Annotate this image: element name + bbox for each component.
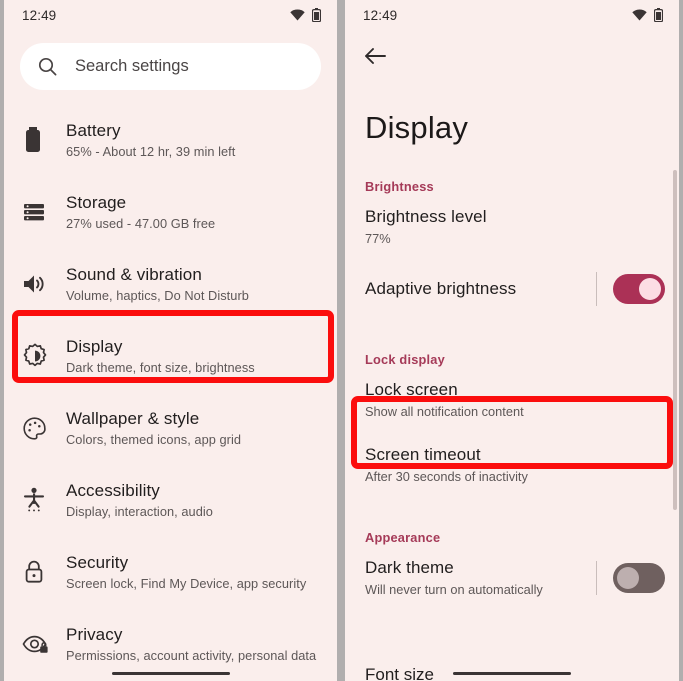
sidebar-item-display[interactable]: Display Dark theme, font size, brightnes… — [4, 320, 337, 392]
item-title: Sound & vibration — [66, 265, 202, 284]
search-input[interactable]: Search settings — [20, 43, 321, 90]
sidebar-item-storage[interactable]: Storage 27% used - 47.00 GB free — [4, 176, 337, 248]
battery-icon — [312, 8, 321, 22]
security-text: Security Screen lock, Find My Device, ap… — [66, 553, 306, 591]
item-subtitle: Volume, haptics, Do Not Disturb — [66, 288, 249, 303]
control-divider — [596, 560, 597, 595]
setting-subtitle: Will never turn on automatically — [365, 582, 543, 597]
item-title: Wallpaper & style — [66, 409, 200, 428]
settings-list-screen: 12:49 Search settings Battery 65% - Abou… — [4, 0, 337, 681]
setting-font-size[interactable]: Font size — [365, 665, 434, 681]
item-subtitle: 65% - About 12 hr, 39 min left — [66, 144, 236, 159]
section-header-appearance: Appearance — [365, 530, 441, 545]
item-subtitle: Colors, themed icons, app grid — [66, 432, 242, 447]
display-text: Display Dark theme, font size, brightnes… — [66, 337, 255, 375]
dual-screenshot-container: 12:49 Search settings Battery 65% - Abou… — [0, 0, 683, 681]
toggle-knob — [617, 566, 639, 589]
item-title: Storage — [66, 193, 127, 212]
item-subtitle: Permissions, account activity, personal … — [66, 648, 317, 663]
gesture-bar — [453, 672, 571, 675]
section-header-brightness: Brightness — [365, 179, 434, 194]
setting-title: Lock screen — [365, 380, 458, 399]
setting-subtitle: Show all notification content — [365, 404, 524, 419]
sidebar-item-accessibility[interactable]: Accessibility Display, interaction, audi… — [4, 464, 337, 536]
wifi-icon — [632, 9, 647, 21]
section-header-lock-display: Lock display — [365, 352, 445, 367]
item-title: Security — [66, 553, 129, 572]
setting-brightness-level[interactable]: Brightness level 77% — [345, 194, 679, 259]
status-icons — [290, 8, 321, 22]
back-arrow-icon — [365, 48, 386, 64]
back-button[interactable] — [345, 30, 679, 82]
toggle-knob — [639, 278, 661, 300]
sidebar-item-privacy[interactable]: Privacy Permissions, account activity, p… — [4, 608, 337, 680]
setting-lock-screen[interactable]: Lock screen Show all notification conten… — [345, 367, 679, 432]
wallpaper-text: Wallpaper & style Colors, themed icons, … — [66, 409, 241, 447]
setting-subtitle: 77% — [365, 231, 391, 246]
adaptive-brightness-text: Adaptive brightness — [365, 279, 516, 299]
item-title: Accessibility — [66, 481, 160, 500]
status-bar: 12:49 — [345, 0, 679, 30]
adaptive-brightness-control — [596, 272, 665, 306]
item-title: Privacy — [66, 625, 123, 644]
dark-theme-control — [596, 560, 665, 595]
setting-title: Dark theme — [365, 558, 454, 577]
storage-icon — [22, 200, 66, 224]
dark-theme-toggle[interactable] — [613, 562, 665, 593]
item-subtitle: Display, interaction, audio — [66, 504, 213, 519]
panel-divider — [337, 0, 345, 681]
setting-subtitle: After 30 seconds of inactivity — [365, 469, 528, 484]
sound-icon — [22, 272, 66, 296]
wifi-icon — [290, 9, 305, 21]
palette-icon — [22, 416, 66, 441]
status-clock: 12:49 — [363, 7, 398, 23]
battery-icon — [654, 8, 663, 22]
status-icons — [632, 8, 663, 22]
display-brightness-icon — [22, 343, 66, 369]
lock-icon — [22, 559, 66, 585]
search-icon — [38, 57, 57, 76]
settings-items-list: Battery 65% - About 12 hr, 39 min left S… — [4, 104, 337, 680]
item-subtitle: Dark theme, font size, brightness — [66, 360, 255, 375]
dark-theme-text: Dark theme Will never turn on automatica… — [365, 558, 543, 597]
privacy-text: Privacy Permissions, account activity, p… — [66, 625, 316, 663]
battery-text: Battery 65% - About 12 hr, 39 min left — [66, 121, 235, 159]
setting-screen-timeout[interactable]: Screen timeout After 30 seconds of inact… — [345, 432, 679, 497]
setting-title: Screen timeout — [365, 445, 481, 464]
setting-title: Adaptive brightness — [365, 279, 517, 298]
search-placeholder: Search settings — [75, 57, 189, 75]
item-title: Battery — [66, 121, 121, 140]
scrollbar[interactable] — [673, 170, 677, 510]
sidebar-item-security[interactable]: Security Screen lock, Find My Device, ap… — [4, 536, 337, 608]
brightness-level-text: Brightness level 77% — [365, 207, 487, 246]
setting-adaptive-brightness[interactable]: Adaptive brightness — [345, 259, 679, 319]
display-settings-screen: 12:49 Display Brightness Brightness leve… — [345, 0, 679, 681]
status-bar: 12:49 — [4, 0, 337, 30]
setting-dark-theme[interactable]: Dark theme Will never turn on automatica… — [345, 545, 679, 610]
privacy-eye-icon — [22, 633, 66, 655]
storage-text: Storage 27% used - 47.00 GB free — [66, 193, 215, 231]
accessibility-icon — [22, 487, 66, 513]
accessibility-text: Accessibility Display, interaction, audi… — [66, 481, 213, 519]
control-divider — [596, 272, 597, 306]
lock-screen-text: Lock screen Show all notification conten… — [365, 380, 524, 419]
status-clock: 12:49 — [22, 7, 57, 23]
item-subtitle: 27% used - 47.00 GB free — [66, 216, 216, 231]
sound-text: Sound & vibration Volume, haptics, Do No… — [66, 265, 249, 303]
sidebar-item-battery[interactable]: Battery 65% - About 12 hr, 39 min left — [4, 104, 337, 176]
screen-timeout-text: Screen timeout After 30 seconds of inact… — [365, 445, 528, 484]
sidebar-item-wallpaper[interactable]: Wallpaper & style Colors, themed icons, … — [4, 392, 337, 464]
adaptive-brightness-toggle[interactable] — [613, 274, 665, 304]
gesture-bar — [111, 672, 230, 675]
item-subtitle: Screen lock, Find My Device, app securit… — [66, 576, 307, 591]
item-title: Display — [66, 337, 123, 356]
setting-title: Brightness level — [365, 207, 487, 226]
battery-icon — [22, 127, 66, 153]
sidebar-item-sound[interactable]: Sound & vibration Volume, haptics, Do No… — [4, 248, 337, 320]
page-title: Display — [365, 110, 469, 145]
